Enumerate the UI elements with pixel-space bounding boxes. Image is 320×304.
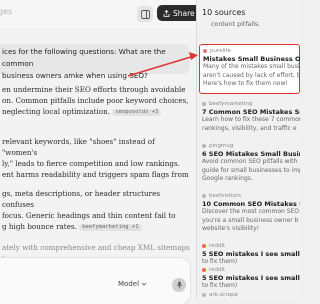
source-title: 7 Common SEO Mistakes Small xyxy=(202,108,300,116)
source-desc: Avoid common SEO pitfalls with xyxy=(202,158,298,165)
answer-line: relevant keywords, like "shoes" instead … xyxy=(2,137,155,157)
source-site-name: reddit xyxy=(209,267,226,273)
source-card[interactable]: reddit 5 SEO mistakes I see small busi t… xyxy=(199,266,300,291)
answer-paragraph-2: relevant keywords, like "shoes" instead … xyxy=(2,136,192,180)
source-desc: Google rankings. xyxy=(202,175,253,182)
source-site: pingmug xyxy=(202,142,300,150)
answer-line: on. Common pitfalls include poor keyword… xyxy=(2,96,189,105)
microphone-button[interactable] xyxy=(172,278,186,292)
source-card[interactable]: ark.scrape xyxy=(199,291,300,299)
panel-toggle-button[interactable] xyxy=(137,6,153,22)
source-title: 6 SEO Mistakes Small Business xyxy=(202,150,300,158)
answer-line: gs, meta descriptions, or header structu… xyxy=(2,189,161,209)
share-icon xyxy=(163,9,170,17)
source-card[interactable]: reddit 5 SEO mistakes I see small busi t… xyxy=(199,242,300,267)
source-site: ark.scrape xyxy=(202,291,300,299)
source-site: purelife xyxy=(203,47,296,55)
answer-line: en undermine their SEO efforts through a… xyxy=(2,85,186,94)
ghost-title: ges xyxy=(0,7,13,16)
source-favicon-icon xyxy=(202,102,206,106)
message-composer[interactable]: Model xyxy=(0,258,190,304)
source-desc: guide for small businesses to imp xyxy=(202,166,300,174)
source-desc: you're a small business owner b xyxy=(202,216,299,224)
source-card[interactable]: beefymarketing 7 Common SEO Mistakes Sma… xyxy=(199,100,300,133)
answer-line: neglecting local optimization. seopusold… xyxy=(2,106,192,117)
sources-panel: 10 sources content pitfalls. purelife Mi… xyxy=(197,0,300,300)
citation-chip[interactable]: beefymarketing +1 xyxy=(79,224,142,231)
question-line: business owners amke when using SEO? xyxy=(2,71,148,80)
answer-line-text: g high bounce rates. xyxy=(2,222,77,231)
sources-title: 10 sources xyxy=(202,8,246,17)
answer-line-text: neglecting local optimization. xyxy=(2,107,111,116)
source-card[interactable]: purelife Mistakes Small Business Owners … xyxy=(199,44,300,94)
chevron-down-icon xyxy=(141,282,147,286)
source-desc: Here's how to fix them now! xyxy=(203,80,288,87)
question-line: ices for the following questions: What a… xyxy=(2,47,166,68)
source-favicon-icon xyxy=(202,194,206,198)
share-label: Share xyxy=(173,8,195,18)
source-favicon-icon xyxy=(203,49,207,53)
source-card[interactable]: pingmug 6 SEO Mistakes Small Business Av… xyxy=(199,142,300,184)
source-site: reddit xyxy=(202,242,300,250)
source-favicon-icon xyxy=(202,244,206,248)
model-label: Model xyxy=(118,280,140,288)
chat-thread: ices for the following questions: What a… xyxy=(0,28,196,304)
source-favicon-icon xyxy=(202,293,206,297)
source-site: reddit xyxy=(202,266,300,274)
source-site-name: purelife xyxy=(210,48,231,54)
source-favicon-icon xyxy=(202,268,206,272)
source-desc: Learn how to fix these 7 common xyxy=(202,116,300,123)
source-desc: to fix them) xyxy=(202,282,238,289)
citation-chip[interactable]: seopusolds +3 xyxy=(112,109,162,116)
answer-paragraph-3: gs, meta descriptions, or header structu… xyxy=(2,188,192,232)
source-card[interactable]: beefvisitors 10 Common SEO Mistakes Smal… xyxy=(199,192,300,234)
answer-line: g high bounce rates. beefymarketing +1 xyxy=(2,221,192,232)
source-favicon-icon xyxy=(202,144,206,148)
source-title: Mistakes Small Business Owners xyxy=(203,55,300,63)
top-bar: ges Share xyxy=(0,0,201,28)
answer-line: ent harms readability and triggers spam … xyxy=(2,170,189,179)
source-snippet: content pitfalls. xyxy=(211,21,261,28)
source-title: 5 SEO mistakes I see small busi xyxy=(202,274,300,282)
source-title: 10 Common SEO Mistakes Small xyxy=(202,200,300,208)
answer-line: focus. Generic headings and thin content… xyxy=(2,211,176,220)
source-title: 5 SEO mistakes I see small busi xyxy=(202,250,300,258)
microphone-icon xyxy=(176,281,182,289)
panel-toggle-icon xyxy=(140,9,150,19)
source-site-name: ark.scrape xyxy=(209,292,238,298)
source-desc: Many of the mistakes small busin xyxy=(203,63,300,70)
source-site-name: pingmug xyxy=(209,143,234,149)
model-select[interactable]: Model xyxy=(118,280,147,288)
source-desc: Discover the most common SEO xyxy=(202,208,300,215)
answer-line: ly," leads to fierce competition and low… xyxy=(2,159,180,168)
source-desc: rankings, visibility, and traffic e xyxy=(202,124,297,132)
source-site-name: beefymarketing xyxy=(209,101,253,107)
source-site: beefymarketing xyxy=(202,100,300,108)
source-site: beefvisitors xyxy=(202,192,300,200)
user-question: ices for the following questions: What a… xyxy=(2,46,188,82)
source-desc: website's visibility! xyxy=(202,225,260,232)
source-site-name: beefvisitors xyxy=(209,193,242,199)
answer-paragraph: en undermine their SEO efforts through a… xyxy=(2,84,192,117)
source-desc: aren't caused by lack of effort, bu xyxy=(203,71,300,79)
share-button[interactable]: Share xyxy=(157,5,201,21)
source-site-name: reddit xyxy=(209,243,226,249)
